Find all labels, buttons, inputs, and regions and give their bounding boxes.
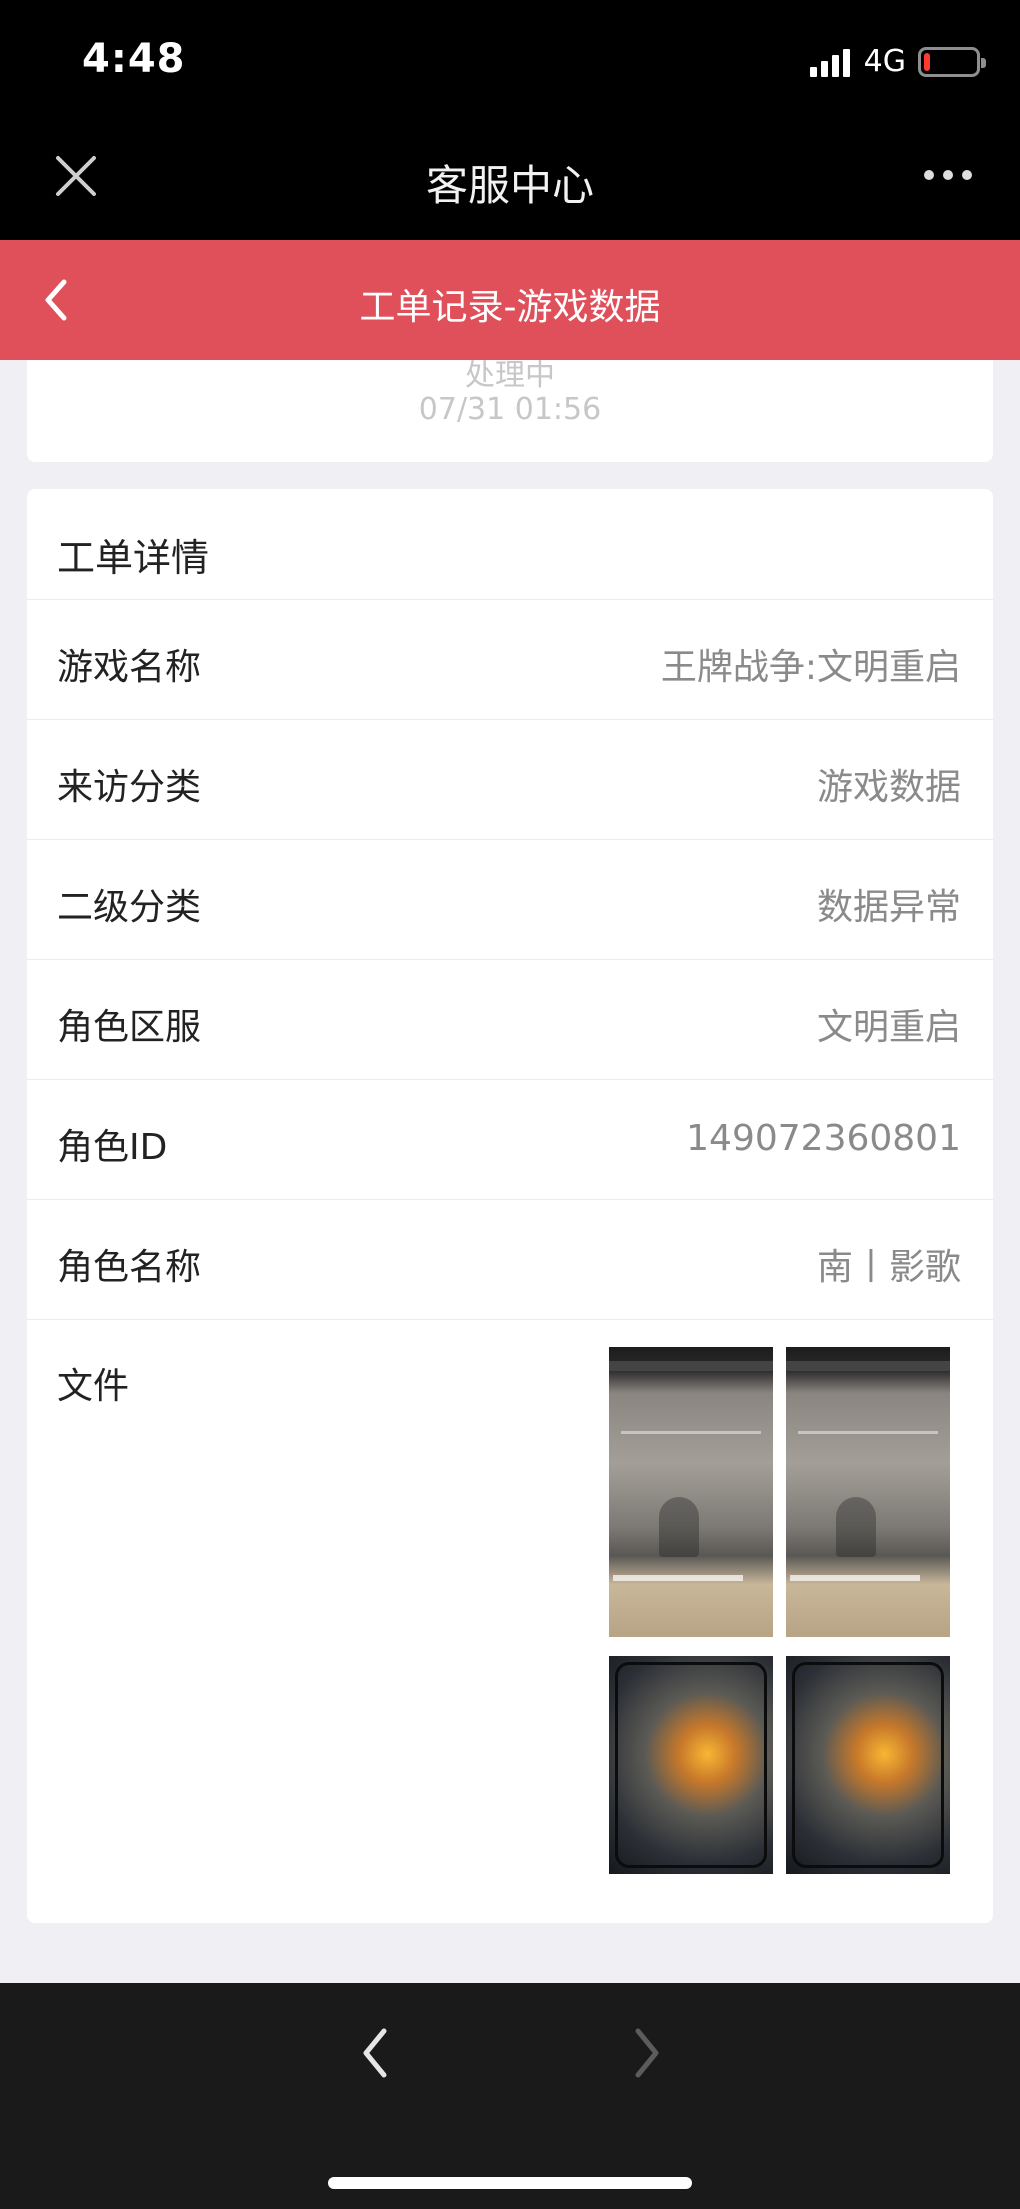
attachment-thumbnail[interactable] [609,1656,773,1874]
battery-icon [918,46,986,77]
divider [27,1319,993,1320]
nav-bar: 工单记录-游戏数据 [0,240,1020,360]
detail-row-role-id: 角色ID 149072360801 [27,1079,993,1199]
row-value: 游戏数据 [816,767,961,808]
files-label: 文件 [57,1366,130,1407]
more-dots-icon[interactable] [915,170,972,180]
ticket-time: 07/31 01:56 [418,392,602,427]
signal-icon [809,47,854,77]
row-label: 游戏名称 [57,647,202,688]
detail-row-role-name: 角色名称 南丨影歌 [27,1199,993,1319]
row-label: 角色ID [57,1127,168,1168]
chevron-left-icon[interactable] [356,2023,392,2083]
detail-row-game-name: 游戏名称 王牌战争:文明重启 [27,599,993,719]
row-label: 角色名称 [57,1247,202,1288]
detail-row-subcategory: 二级分类 数据异常 [27,839,993,959]
attachment-thumbnail[interactable] [786,1347,950,1637]
row-label: 来访分类 [57,767,202,808]
row-value: 149072360801 [686,1118,961,1159]
page-title: 工单记录-游戏数据 [359,287,661,328]
home-indicator[interactable] [328,2177,692,2189]
attachment-thumbnail[interactable] [786,1656,950,1874]
detail-row-category: 来访分类 游戏数据 [27,719,993,839]
attachment-thumbnail[interactable] [609,1347,773,1637]
app-header: 客服中心 [0,120,1020,240]
row-value: 南丨影歌 [816,1247,961,1288]
app-title: 客服中心 [425,161,594,210]
chevron-right-icon[interactable] [630,2023,666,2083]
row-label: 角色区服 [57,1007,202,1048]
detail-title: 工单详情 [57,536,210,580]
row-value: 数据异常 [816,887,961,928]
row-value: 文明重启 [816,1007,961,1048]
status-indicators: 4G [809,44,986,79]
detail-row-server: 角色区服 文明重启 [27,959,993,1079]
row-label: 二级分类 [57,887,202,928]
browser-toolbar [0,1983,1020,2209]
battery-level [924,52,930,71]
status-time: 4:48 [82,36,186,82]
ticket-detail-card: 工单详情 游戏名称 王牌战争:文明重启 来访分类 游戏数据 二级分类 数据异常 … [27,489,993,1923]
row-value: 王牌战争:文明重启 [660,647,961,688]
network-type: 4G [863,44,906,79]
status-bar: 4:48 4G [0,0,1020,120]
